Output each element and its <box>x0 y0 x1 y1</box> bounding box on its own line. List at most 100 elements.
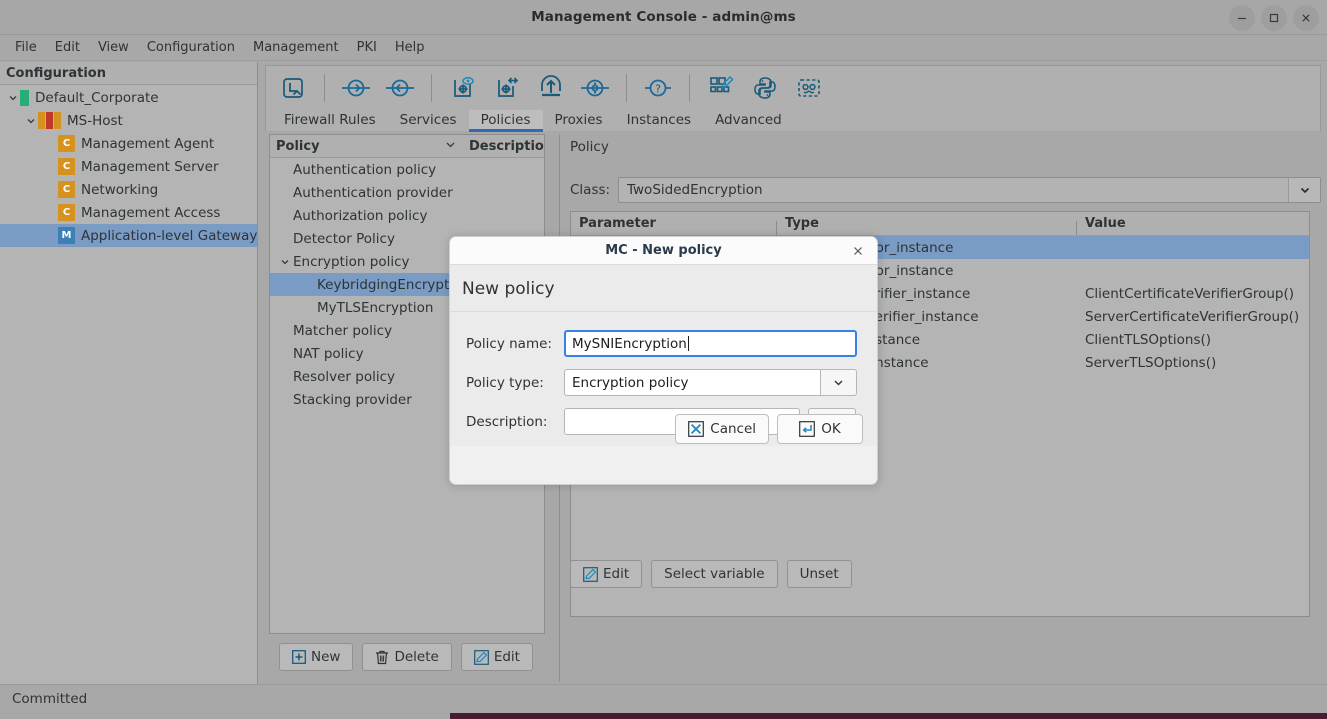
parameter-table-header: Parameter Type Value <box>571 212 1309 236</box>
ok-button[interactable]: OK <box>777 414 863 444</box>
tab-advanced[interactable]: Advanced <box>703 110 794 132</box>
window-titlebar: Management Console - admin@ms <box>0 0 1327 35</box>
menu-configuration[interactable]: Configuration <box>138 37 244 58</box>
chevron-down-icon[interactable] <box>24 109 38 132</box>
column-header-description[interactable]: Description <box>469 139 544 154</box>
apply-config-icon[interactable] <box>488 69 526 107</box>
policy-item-authentication-provider[interactable]: Authentication provider <box>270 181 544 204</box>
sidebar-item-application-level-gateway[interactable]: M Application-level Gateway <box>0 224 257 247</box>
menu-help[interactable]: Help <box>386 37 434 58</box>
sidebar-item-default-corporate[interactable]: Default_Corporate <box>0 86 257 109</box>
policy-type-select[interactable]: Encryption policy <box>564 369 857 396</box>
close-icon[interactable] <box>849 242 867 260</box>
application-window: Management Console - admin@ms File Edit … <box>0 0 1327 719</box>
policy-item-label: Detector Policy <box>293 230 395 247</box>
menu-management[interactable]: Management <box>244 37 348 58</box>
menu-view[interactable]: View <box>89 37 138 58</box>
preview-config-icon[interactable] <box>444 69 482 107</box>
cancel-button[interactable]: Cancel <box>675 414 769 444</box>
delete-button[interactable]: Delete <box>362 643 452 671</box>
column-header-policy[interactable]: Policy <box>276 139 320 154</box>
tab-proxies[interactable]: Proxies <box>543 110 615 132</box>
forward-arrow-icon[interactable] <box>337 69 375 107</box>
class-combo[interactable]: TwoSidedEncryption <box>618 177 1321 203</box>
settings-icon[interactable] <box>576 69 614 107</box>
ok-button-label: OK <box>821 421 841 437</box>
new-button[interactable]: New <box>279 643 354 671</box>
sidebar-item-networking[interactable]: C Networking <box>0 178 257 201</box>
edit-grid-icon[interactable] <box>702 69 740 107</box>
chevron-down-icon[interactable] <box>6 86 20 109</box>
select-variable-label: Select variable <box>664 566 765 582</box>
chevron-down-icon[interactable] <box>445 139 456 154</box>
toolbar-icon-row: ? <box>266 66 1320 110</box>
cell-value: ServerTLSOptions() <box>1085 354 1217 371</box>
policy-item-authorization-policy[interactable]: Authorization policy <box>270 204 544 227</box>
back-arrow-icon[interactable] <box>381 69 419 107</box>
help-icon[interactable]: ? <box>639 69 677 107</box>
cell-value: ClientCertificateVerifierGroup() <box>1085 285 1294 302</box>
parameter-edit-label: Edit <box>603 566 630 582</box>
unset-button[interactable]: Unset <box>786 560 852 588</box>
cancel-button-label: Cancel <box>710 421 756 437</box>
menu-edit[interactable]: Edit <box>46 37 89 58</box>
c-badge-icon: C <box>58 158 75 175</box>
maximize-icon[interactable] <box>1261 4 1287 31</box>
policy-name-input[interactable]: MySNIEncryption <box>564 330 857 357</box>
toolbar-separator <box>626 74 627 102</box>
sidebar-item-label: Management Server <box>81 158 219 175</box>
description-label: Description: <box>466 413 548 430</box>
dialog-body: Policy name: MySNIEncryption Policy type… <box>450 312 877 446</box>
c-badge-icon: C <box>58 204 75 221</box>
chevron-down-icon[interactable] <box>820 369 857 396</box>
tab-policies[interactable]: Policies <box>468 110 543 132</box>
delete-button-label: Delete <box>394 649 439 665</box>
toolbar: ? Firewall Rules Services Policies Proxi… <box>265 65 1321 132</box>
sidebar-item-label: Networking <box>81 181 159 198</box>
menu-file[interactable]: File <box>6 37 46 58</box>
green-bar-icon <box>20 89 29 106</box>
toolbar-separator <box>431 74 432 102</box>
sidebar-item-management-server[interactable]: C Management Server <box>0 155 257 178</box>
svg-text:?: ? <box>655 83 661 96</box>
policy-item-label: Authorization policy <box>293 207 428 224</box>
menu-pki[interactable]: PKI <box>348 37 386 58</box>
sidebar-item-ms-host[interactable]: MS-Host <box>0 109 257 132</box>
python-icon[interactable] <box>746 69 784 107</box>
sidebar-item-management-agent[interactable]: C Management Agent <box>0 132 257 155</box>
parameter-edit-button[interactable]: Edit <box>570 560 643 588</box>
close-icon[interactable] <box>1293 4 1319 31</box>
policy-item-authentication-policy[interactable]: Authentication policy <box>270 158 544 181</box>
trash-icon <box>375 650 389 665</box>
bot-icon[interactable] <box>790 69 828 107</box>
class-row: Class: TwoSidedEncryption <box>566 177 1321 203</box>
c-badge-icon: C <box>58 135 75 152</box>
enter-key-icon <box>799 421 816 437</box>
column-header-parameter[interactable]: Parameter <box>571 216 777 235</box>
tab-services[interactable]: Services <box>388 110 469 132</box>
chevron-down-icon[interactable] <box>1288 178 1320 202</box>
upload-icon[interactable] <box>532 69 570 107</box>
column-header-value[interactable]: Value <box>1077 216 1309 231</box>
edit-button-label: Edit <box>493 649 520 665</box>
parameter-action-buttons: Edit Select variable Unset <box>570 560 852 588</box>
toolbar-tabs: Firewall Rules Services Policies Proxies… <box>266 110 1320 132</box>
policy-item-label: NAT policy <box>293 345 364 362</box>
sidebar-header: Configuration <box>0 62 257 85</box>
policy-item-label: Resolver policy <box>293 368 396 385</box>
minimize-icon[interactable] <box>1229 4 1255 31</box>
sidebar-item-management-access[interactable]: C Management Access <box>0 201 257 224</box>
sidebar-item-label: Management Access <box>81 204 221 221</box>
tab-instances[interactable]: Instances <box>615 110 703 132</box>
tab-firewall-rules[interactable]: Firewall Rules <box>272 110 388 132</box>
edit-button[interactable]: Edit <box>460 643 533 671</box>
new-policy-dialog: MC - New policy New policy Policy name: … <box>449 236 878 485</box>
column-header-type[interactable]: Type <box>777 216 1077 235</box>
go-up-icon[interactable] <box>274 69 312 107</box>
select-variable-button[interactable]: Select variable <box>651 560 778 588</box>
sidebar-item-label: Management Agent <box>81 135 215 152</box>
chevron-down-icon[interactable] <box>277 250 293 273</box>
